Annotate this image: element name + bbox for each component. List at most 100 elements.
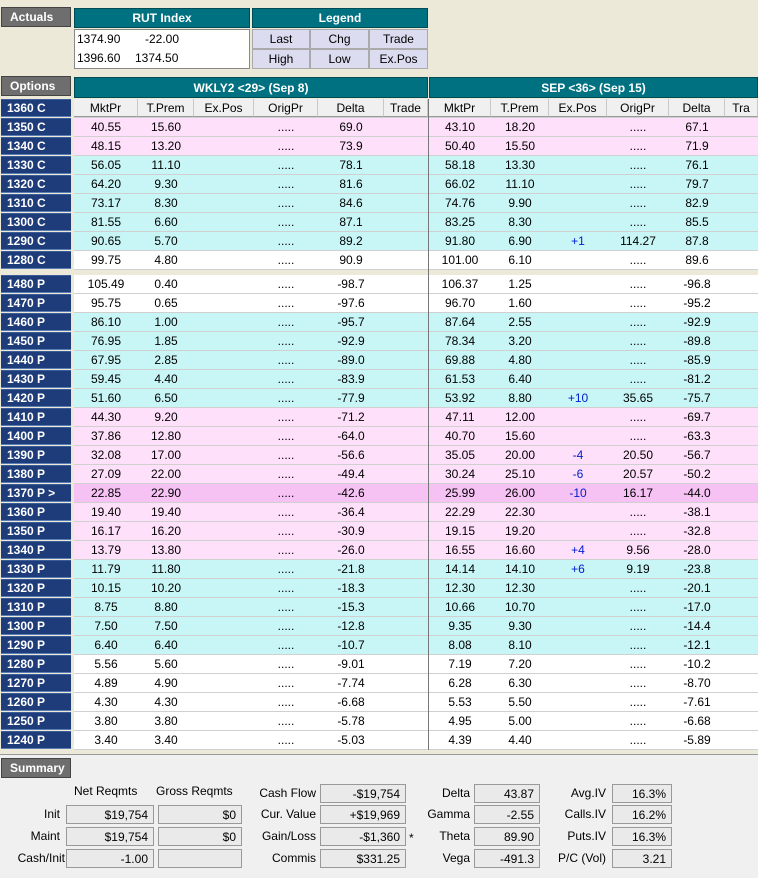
sep-delta[interactable]: 87.8: [669, 232, 725, 250]
wkly2-mktpr[interactable]: 6.40: [74, 636, 138, 654]
wkly2-trade[interactable]: [384, 408, 428, 426]
wkly2-expos[interactable]: [194, 655, 254, 673]
wkly2-expos[interactable]: [194, 213, 254, 231]
wkly2-trade[interactable]: [384, 156, 428, 174]
wkly2-tprem[interactable]: 2.85: [138, 351, 194, 369]
wkly2-tprem[interactable]: 4.40: [138, 370, 194, 388]
wkly2-trade[interactable]: [384, 294, 428, 312]
strike-label[interactable]: 1290 P: [1, 636, 71, 654]
wkly2-mktpr[interactable]: 99.75: [74, 251, 138, 269]
wkly2-tprem[interactable]: 6.50: [138, 389, 194, 407]
sep-trade[interactable]: [725, 156, 758, 174]
sep-trade[interactable]: [725, 674, 758, 692]
sep-delta[interactable]: -20.1: [669, 579, 725, 597]
sep-delta[interactable]: -8.70: [669, 674, 725, 692]
sep-expos[interactable]: [549, 313, 607, 331]
wkly2-expos[interactable]: [194, 294, 254, 312]
strike-label[interactable]: 1440 P: [1, 351, 71, 369]
wkly2-tprem[interactable]: 8.30: [138, 194, 194, 212]
strike-label[interactable]: 1360 P: [1, 503, 71, 521]
wkly2-mktpr[interactable]: 4.30: [74, 693, 138, 711]
sep-tprem[interactable]: 6.30: [491, 674, 549, 692]
wkly2-origpr[interactable]: .....: [254, 118, 318, 136]
sep-delta[interactable]: -38.1: [669, 503, 725, 521]
wkly2-origpr[interactable]: .....: [254, 693, 318, 711]
sep-mktpr[interactable]: 22.29: [429, 503, 491, 521]
sep-tprem[interactable]: 8.80: [491, 389, 549, 407]
wkly2-origpr[interactable]: .....: [254, 332, 318, 350]
wkly2-tprem[interactable]: 22.90: [138, 484, 194, 502]
sep-expos[interactable]: [549, 731, 607, 749]
sep-tprem[interactable]: 9.90: [491, 194, 549, 212]
strike-label[interactable]: 1450 P: [1, 332, 71, 350]
wkly2-delta[interactable]: -36.4: [318, 503, 384, 521]
wkly2-tprem[interactable]: 4.90: [138, 674, 194, 692]
sep-origpr[interactable]: .....: [607, 579, 669, 597]
sep-expos[interactable]: +6: [549, 560, 607, 578]
sep-expos[interactable]: [549, 503, 607, 521]
sep-delta[interactable]: -69.7: [669, 408, 725, 426]
wkly2-mktpr[interactable]: 32.08: [74, 446, 138, 464]
wkly2-expos[interactable]: [194, 232, 254, 250]
wkly2-origpr[interactable]: .....: [254, 636, 318, 654]
sep-tprem[interactable]: 5.50: [491, 693, 549, 711]
sep-expos[interactable]: [549, 712, 607, 730]
wkly2-tprem[interactable]: 9.20: [138, 408, 194, 426]
sep-delta[interactable]: -14.4: [669, 617, 725, 635]
sep-expos[interactable]: [549, 617, 607, 635]
sep-mktpr[interactable]: 10.66: [429, 598, 491, 616]
sep-expos[interactable]: [549, 370, 607, 388]
wkly2-trade[interactable]: [384, 579, 428, 597]
sep-mktpr[interactable]: 14.14: [429, 560, 491, 578]
wkly2-tprem[interactable]: 19.40: [138, 503, 194, 521]
col-header-wkly2-trade[interactable]: Trade: [384, 99, 428, 117]
strike-label[interactable]: 1280 C: [1, 251, 71, 269]
wkly2-mktpr[interactable]: 59.45: [74, 370, 138, 388]
wkly2-trade[interactable]: [384, 674, 428, 692]
col-header-sep-trade[interactable]: Tra: [725, 99, 758, 117]
sep-mktpr[interactable]: 16.55: [429, 541, 491, 559]
wkly2-delta[interactable]: -64.0: [318, 427, 384, 445]
wkly2-delta[interactable]: -6.68: [318, 693, 384, 711]
wkly2-origpr[interactable]: .....: [254, 522, 318, 540]
wkly2-expos[interactable]: [194, 408, 254, 426]
wkly2-expos[interactable]: [194, 389, 254, 407]
wkly2-origpr[interactable]: .....: [254, 731, 318, 749]
wkly2-delta[interactable]: -42.6: [318, 484, 384, 502]
wkly2-tprem[interactable]: 5.60: [138, 655, 194, 673]
sep-tprem[interactable]: 6.40: [491, 370, 549, 388]
sep-trade[interactable]: [725, 194, 758, 212]
strike-label[interactable]: 1460 P: [1, 313, 71, 331]
sep-mktpr[interactable]: 106.37: [429, 275, 491, 293]
strike-label[interactable]: 1350 C: [1, 118, 71, 136]
wkly2-mktpr[interactable]: 64.20: [74, 175, 138, 193]
sep-delta[interactable]: 85.5: [669, 213, 725, 231]
strike-label[interactable]: 1240 P: [1, 731, 71, 749]
sep-expos[interactable]: [549, 175, 607, 193]
wkly2-origpr[interactable]: .....: [254, 313, 318, 331]
wkly2-tprem[interactable]: 11.80: [138, 560, 194, 578]
sep-mktpr[interactable]: 87.64: [429, 313, 491, 331]
strike-label[interactable]: 1340 C: [1, 137, 71, 155]
sep-tprem[interactable]: 22.30: [491, 503, 549, 521]
sep-trade[interactable]: [725, 427, 758, 445]
strike-label[interactable]: 1310 C: [1, 194, 71, 212]
sep-expos[interactable]: [549, 275, 607, 293]
strike-label[interactable]: 1370 P >: [1, 484, 71, 502]
wkly2-trade[interactable]: [384, 137, 428, 155]
strike-label[interactable]: 1270 P: [1, 674, 71, 692]
sep-delta[interactable]: -28.0: [669, 541, 725, 559]
strike-label[interactable]: 1310 P: [1, 598, 71, 616]
wkly2-tprem[interactable]: 16.20: [138, 522, 194, 540]
sep-tprem[interactable]: 8.30: [491, 213, 549, 231]
wkly2-delta[interactable]: -92.9: [318, 332, 384, 350]
wkly2-mktpr[interactable]: 4.89: [74, 674, 138, 692]
wkly2-mktpr[interactable]: 73.17: [74, 194, 138, 212]
sep-expos[interactable]: [549, 408, 607, 426]
sep-expos[interactable]: [549, 598, 607, 616]
wkly2-origpr[interactable]: .....: [254, 503, 318, 521]
wkly2-delta[interactable]: 81.6: [318, 175, 384, 193]
wkly2-expos[interactable]: [194, 118, 254, 136]
sep-mktpr[interactable]: 91.80: [429, 232, 491, 250]
sep-origpr[interactable]: 9.56: [607, 541, 669, 559]
